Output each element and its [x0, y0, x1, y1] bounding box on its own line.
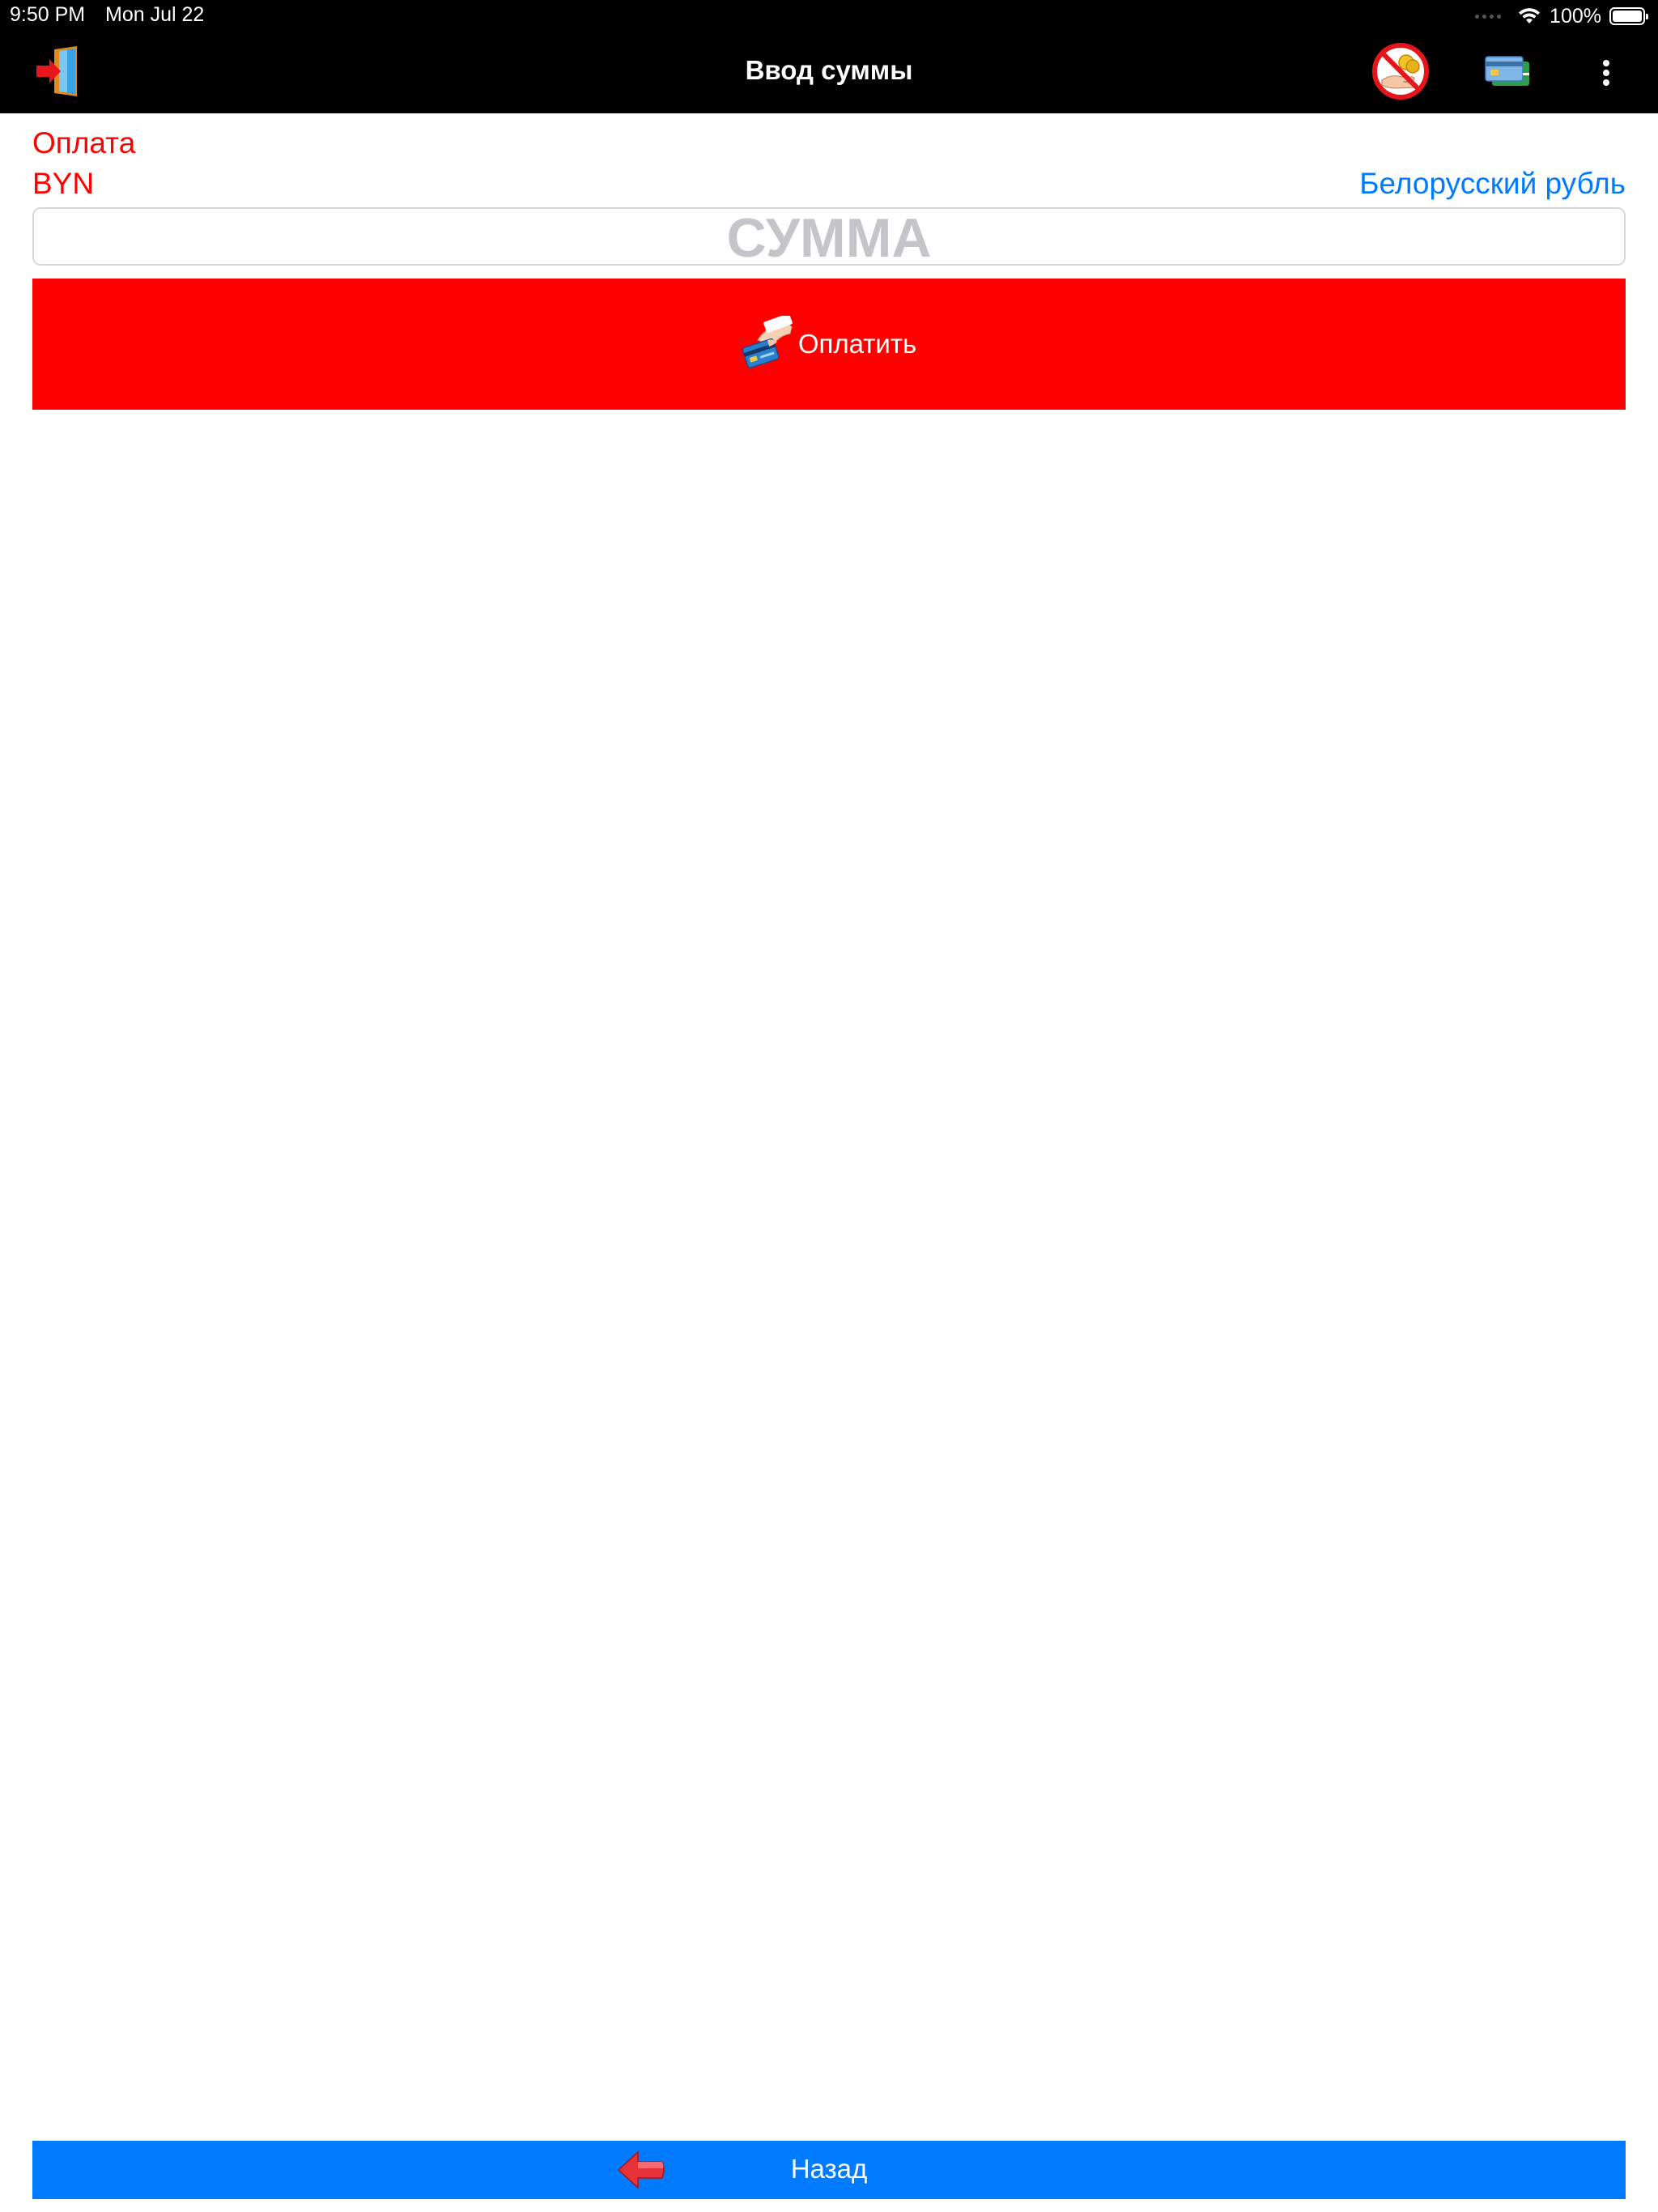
cellular-signal-icon [1475, 14, 1502, 19]
currency-code: BYN [32, 167, 95, 200]
pay-button-label: Оплатить [797, 329, 917, 359]
status-date: Mon Jul 22 [105, 3, 205, 26]
no-cash-icon [1372, 43, 1429, 100]
currency-name-link[interactable]: Белорусский рубль [1359, 167, 1626, 201]
amount-field[interactable] [32, 207, 1626, 266]
status-time: 9:50 PM [10, 3, 86, 26]
battery-percent: 100% [1550, 4, 1601, 28]
status-bar: 9:50 PM Mon Jul 22 100% [0, 0, 1658, 32]
back-button-label: Назад [790, 2154, 868, 2184]
more-vertical-icon [1603, 60, 1609, 86]
card-payment-icon [1485, 56, 1529, 86]
pay-button[interactable]: Оплатить [32, 279, 1626, 410]
wifi-icon [1519, 8, 1541, 23]
payment-label: Оплата [32, 126, 136, 160]
card-payment-button[interactable] [1483, 50, 1532, 92]
card-in-hand-icon [742, 316, 793, 368]
status-indicators: 100% [1475, 3, 1648, 29]
back-button[interactable]: Назад [32, 2141, 1626, 2199]
battery-icon [1609, 7, 1648, 25]
no-cash-button[interactable] [1370, 40, 1431, 102]
amount-input[interactable] [34, 211, 1624, 266]
more-menu-button[interactable] [1592, 52, 1621, 94]
